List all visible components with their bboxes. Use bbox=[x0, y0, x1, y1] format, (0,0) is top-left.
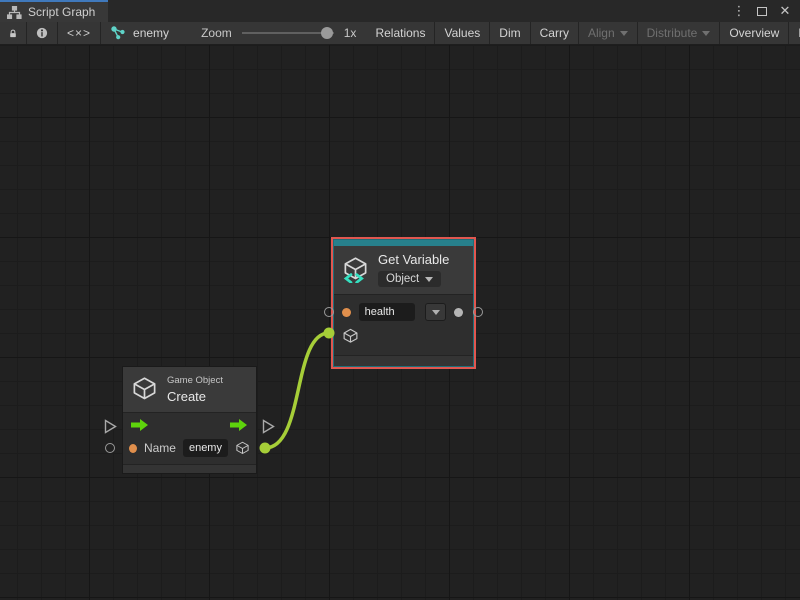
carry-button[interactable]: Carry bbox=[530, 22, 578, 44]
node-category-label: Game Object bbox=[167, 375, 223, 386]
zoom-label: Zoom bbox=[201, 26, 232, 40]
zoom-slider-track bbox=[242, 32, 334, 34]
code-button[interactable]: <×> bbox=[57, 22, 100, 44]
game-object-output-port[interactable] bbox=[235, 440, 250, 457]
game-object-cube-icon bbox=[131, 376, 158, 403]
fullscreen-button[interactable]: Full Screen bbox=[788, 22, 800, 44]
chevron-down-icon bbox=[425, 277, 433, 282]
node-title: Get Variable bbox=[378, 252, 449, 267]
variable-scope-label: Object bbox=[386, 273, 419, 285]
values-button[interactable]: Values bbox=[434, 22, 489, 44]
graph-canvas[interactable]: Get Variable Object health bbox=[0, 45, 800, 600]
get-variable-body: health bbox=[334, 295, 473, 355]
overview-button[interactable]: Overview bbox=[719, 22, 788, 44]
variable-picker-dropdown[interactable] bbox=[425, 303, 446, 321]
lock-button[interactable] bbox=[0, 22, 26, 44]
close-icon[interactable]: ✕ bbox=[777, 3, 793, 19]
variable-cube-icon bbox=[342, 256, 369, 283]
variable-scope-dropdown[interactable]: Object bbox=[378, 271, 441, 287]
align-dropdown: Align bbox=[578, 22, 637, 44]
window-controls: ⋮ ✕ bbox=[731, 0, 800, 22]
maximize-icon[interactable] bbox=[754, 3, 770, 19]
zoom-zone: Zoom 1x bbox=[179, 22, 366, 44]
align-label: Align bbox=[588, 26, 615, 40]
flow-output-arrow-icon[interactable] bbox=[230, 419, 248, 431]
flow-input-arrow-icon[interactable] bbox=[131, 419, 149, 431]
chevron-down-icon bbox=[620, 31, 628, 36]
info-button[interactable] bbox=[26, 22, 57, 44]
graph-node-icon bbox=[111, 26, 125, 40]
chevron-down-icon bbox=[432, 310, 440, 315]
node-title: Create bbox=[167, 389, 206, 404]
graph-hierarchy-icon bbox=[7, 6, 22, 19]
zoom-value: 1x bbox=[344, 26, 357, 40]
get-variable-left-outer-port[interactable] bbox=[324, 307, 334, 317]
toolbar: <×> enemy Zoom 1x Relations Values Dim C… bbox=[0, 22, 800, 45]
distribute-dropdown: Distribute bbox=[637, 22, 720, 44]
kebab-menu-icon[interactable]: ⋮ bbox=[731, 3, 747, 19]
create-left-flow-port[interactable] bbox=[104, 419, 117, 434]
name-input-port[interactable] bbox=[129, 444, 137, 453]
node-get-variable[interactable]: Get Variable Object health bbox=[333, 239, 474, 367]
value-output-port[interactable] bbox=[454, 308, 463, 317]
variable-name-input-port[interactable] bbox=[342, 308, 351, 317]
get-variable-header: Get Variable Object bbox=[334, 246, 473, 294]
title-bar: Script Graph ⋮ ✕ bbox=[0, 0, 800, 22]
toolbar-right-group: Relations Values Dim Carry Align Distrib… bbox=[366, 22, 800, 44]
node-create-game-object[interactable]: Game Object Create Name enemy bbox=[122, 366, 257, 474]
create-right-flow-port[interactable] bbox=[262, 419, 275, 434]
zoom-slider[interactable] bbox=[242, 22, 334, 44]
create-header: Game Object Create bbox=[123, 367, 256, 412]
distribute-label: Distribute bbox=[647, 26, 698, 40]
dim-button[interactable]: Dim bbox=[489, 22, 529, 44]
name-field[interactable]: enemy bbox=[183, 439, 228, 457]
graph-source-button[interactable]: enemy bbox=[100, 22, 179, 44]
graph-source-label: enemy bbox=[133, 26, 169, 40]
zoom-slider-handle[interactable] bbox=[321, 27, 333, 39]
node-footer bbox=[334, 355, 473, 366]
create-body: Name enemy bbox=[123, 413, 256, 464]
maximize-glyph bbox=[757, 7, 767, 16]
wire-start-dot[interactable] bbox=[260, 443, 271, 454]
get-variable-right-outer-port[interactable] bbox=[473, 307, 483, 317]
node-footer bbox=[123, 464, 256, 473]
relations-button[interactable]: Relations bbox=[366, 22, 434, 44]
lock-icon bbox=[9, 27, 17, 40]
variable-name-field[interactable]: health bbox=[359, 303, 415, 321]
chevron-down-icon bbox=[702, 31, 710, 36]
create-left-value-port[interactable] bbox=[105, 443, 115, 453]
tab-title: Script Graph bbox=[28, 5, 95, 19]
info-icon bbox=[36, 26, 48, 40]
tab-script-graph[interactable]: Script Graph bbox=[0, 0, 108, 22]
param-label: Name bbox=[144, 441, 176, 455]
object-input-port[interactable] bbox=[342, 328, 465, 350]
